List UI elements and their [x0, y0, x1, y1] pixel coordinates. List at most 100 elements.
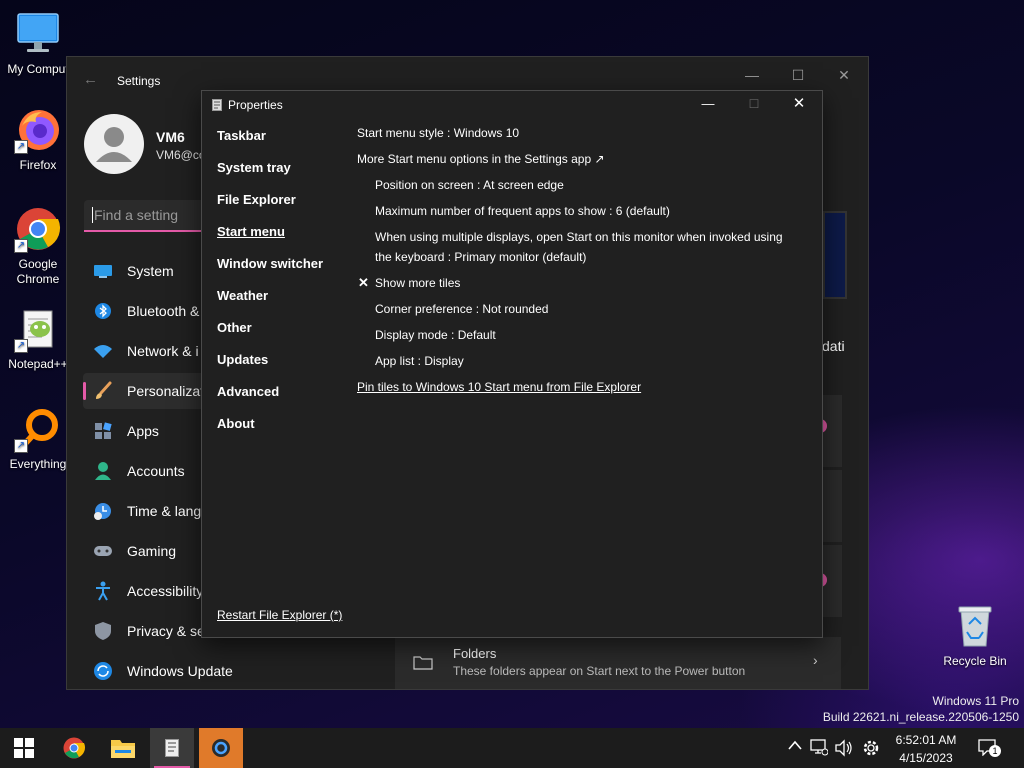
- properties-title: Properties: [228, 98, 283, 112]
- show-more-tiles-option[interactable]: Show more tiles: [375, 273, 460, 293]
- desktop-icon-label: Notepad++: [8, 357, 68, 371]
- brush-icon: [93, 381, 113, 401]
- desktop-icon-label: Google Chrome: [16, 257, 60, 286]
- multi-display-option[interactable]: When using multiple displays, open Start…: [375, 227, 795, 267]
- clock-date[interactable]: 4/15/2023: [895, 751, 957, 765]
- nav-label: Accessibility: [127, 583, 204, 599]
- nav-label: Bluetooth &: [127, 303, 200, 319]
- search-input[interactable]: Find a setting: [84, 200, 214, 232]
- taskbar-chrome[interactable]: [52, 728, 96, 768]
- sidebar-item-file-explorer[interactable]: File Explorer: [217, 192, 296, 207]
- chevron-up-icon[interactable]: [788, 740, 802, 750]
- taskbar: 6:52:01 AM 4/15/2023 1: [0, 728, 1024, 768]
- minimize-button[interactable]: —: [698, 94, 718, 114]
- build-watermark: Build 22621.ni_release.220506-1250: [822, 710, 1019, 724]
- clock-time[interactable]: 6:52:01 AM: [895, 733, 957, 747]
- desktop-icon-notepadpp[interactable]: ↗ Notepad++: [0, 305, 76, 372]
- back-arrow-icon[interactable]: ←: [83, 71, 98, 88]
- accessibility-icon: [93, 581, 113, 601]
- sidebar-item-about[interactable]: About: [217, 416, 255, 431]
- shortcut-arrow-icon: ↗: [14, 439, 28, 453]
- nav-item-windows-update[interactable]: Windows Update: [83, 653, 283, 689]
- sidebar-item-start-menu[interactable]: Start menu: [217, 224, 285, 239]
- nav-label: Personalizat: [127, 383, 205, 399]
- maximize-button[interactable]: ☐: [744, 94, 764, 114]
- checkmark-icon: ✕: [358, 275, 369, 290]
- settings-title: Settings: [117, 74, 161, 88]
- chrome-icon: ↗: [14, 205, 62, 253]
- nav-label: Time & lang: [127, 503, 202, 519]
- chevron-right-icon: ›: [813, 652, 818, 668]
- sidebar-item-taskbar[interactable]: Taskbar: [217, 128, 266, 143]
- chrome-icon: [62, 736, 86, 760]
- partial-text: dati: [822, 338, 845, 354]
- sidebar-item-system-tray[interactable]: System tray: [217, 160, 291, 175]
- network-icon: [93, 341, 113, 361]
- shortcut-arrow-icon: ↗: [14, 140, 28, 154]
- notification-center-button[interactable]: 1: [978, 738, 1001, 758]
- desktop-icon-firefox[interactable]: ↗ Firefox: [0, 106, 76, 173]
- corner-preference-option[interactable]: Corner preference : Not rounded: [375, 299, 548, 319]
- max-frequent-apps-option[interactable]: Maximum number of frequent apps to show …: [375, 201, 670, 221]
- system-icon: [93, 261, 113, 281]
- taskbar-settings-app[interactable]: [199, 728, 243, 768]
- sidebar-item-window-switcher[interactable]: Window switcher: [217, 256, 323, 271]
- pin-tiles-link[interactable]: Pin tiles to Windows 10 Start menu from …: [357, 377, 641, 397]
- position-option[interactable]: Position on screen : At screen edge: [375, 175, 564, 195]
- update-icon: [93, 661, 113, 681]
- sidebar-item-weather[interactable]: Weather: [217, 288, 268, 303]
- close-button[interactable]: ✕: [789, 94, 809, 114]
- restart-explorer-link[interactable]: Restart File Explorer (*): [217, 608, 342, 622]
- properties-app-icon: [212, 99, 222, 111]
- monitor-icon: [14, 10, 62, 58]
- gear-icon: [210, 737, 232, 759]
- minimize-button[interactable]: —: [739, 65, 765, 85]
- nav-label: Apps: [127, 423, 159, 439]
- recycle-bin-icon: [951, 602, 999, 650]
- theme-preview[interactable]: [823, 211, 847, 299]
- taskbar-file-explorer[interactable]: [101, 728, 145, 768]
- notification-badge: 1: [989, 745, 1001, 757]
- folders-title: Folders: [453, 646, 497, 661]
- gear-icon[interactable]: [862, 739, 880, 757]
- settings-card[interactable]: [822, 395, 842, 467]
- bluetooth-icon: [93, 301, 113, 321]
- start-menu-style-option[interactable]: Start menu style : Windows 10: [357, 123, 519, 143]
- desktop-icon-label: My Comput: [7, 62, 69, 76]
- shortcut-arrow-icon: ↗: [14, 239, 28, 253]
- maximize-button[interactable]: ☐: [785, 65, 811, 85]
- desktop-icon-my-computer[interactable]: My Comput: [0, 10, 76, 77]
- notepadpp-icon: ↗: [14, 305, 62, 353]
- sidebar-item-advanced[interactable]: Advanced: [217, 384, 279, 399]
- desktop-icon-label: Recycle Bin: [943, 654, 1007, 668]
- sidebar-item-updates[interactable]: Updates: [217, 352, 268, 367]
- start-button[interactable]: [2, 728, 46, 768]
- volume-icon[interactable]: [834, 739, 852, 757]
- gaming-icon: [93, 541, 113, 561]
- nav-label: Privacy & se: [127, 623, 205, 639]
- folder-icon: [413, 654, 433, 670]
- desktop-icon-everything[interactable]: ↗ Everything: [0, 405, 76, 472]
- apps-icon: [93, 421, 113, 441]
- settings-card[interactable]: [822, 470, 842, 542]
- taskbar-properties-app[interactable]: [150, 728, 194, 768]
- folders-subtitle: These folders appear on Start next to th…: [453, 664, 746, 678]
- everything-icon: ↗: [14, 405, 62, 453]
- network-status-icon[interactable]: [810, 738, 828, 756]
- more-start-options-link[interactable]: More Start menu options in the Settings …: [357, 149, 605, 169]
- desktop-icon-label: Firefox: [19, 158, 57, 172]
- windows-logo-icon: [14, 738, 34, 758]
- sidebar-item-other[interactable]: Other: [217, 320, 252, 335]
- close-button[interactable]: ✕: [831, 65, 857, 85]
- display-mode-option[interactable]: Display mode : Default: [375, 325, 496, 345]
- folders-row[interactable]: Folders These folders appear on Start ne…: [395, 637, 841, 689]
- app-list-option[interactable]: App list : Display: [375, 351, 464, 371]
- avatar[interactable]: [84, 114, 144, 174]
- nav-label: Windows Update: [127, 663, 233, 679]
- desktop-icon-recycle-bin[interactable]: Recycle Bin: [937, 602, 1013, 669]
- desktop-icon-chrome[interactable]: ↗ Google Chrome: [0, 205, 76, 287]
- nav-label: Gaming: [127, 543, 177, 559]
- folder-icon: [110, 737, 136, 759]
- properties-dialog: Properties — ☐ ✕ Taskbar System tray Fil…: [201, 90, 823, 638]
- accounts-icon: [93, 461, 113, 481]
